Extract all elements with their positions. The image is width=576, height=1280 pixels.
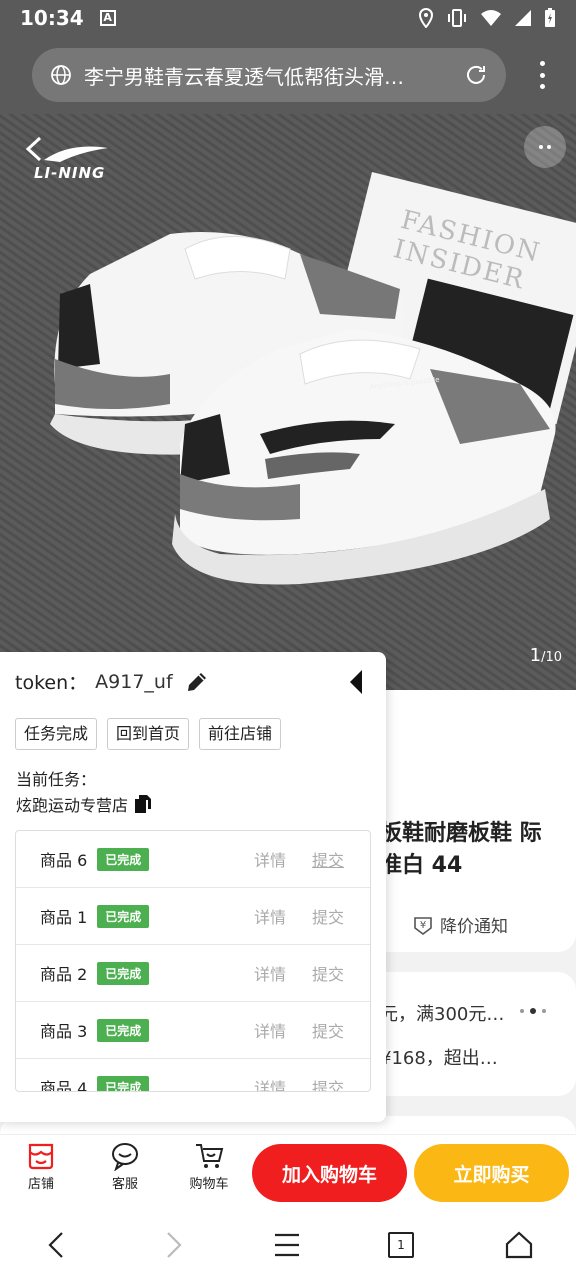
task-panel: token： A917_uf 任务完成 回到首页 前往店铺 当前任务： 炫跑运动… [0, 652, 386, 1122]
vibrate-icon [448, 9, 466, 27]
detail-link[interactable]: 详情 [254, 1075, 286, 1091]
current-task-store: 炫跑运动专营店 [16, 792, 152, 816]
token-value: A917_uf [95, 670, 173, 693]
location-icon [418, 8, 434, 28]
price-alert-label: 降价通知 [440, 917, 508, 937]
task-item-name: 商品 1 [40, 908, 88, 927]
edit-pencil-icon[interactable] [185, 670, 209, 694]
copy-icon[interactable] [134, 794, 152, 814]
detail-link[interactable]: 详情 [254, 904, 286, 928]
image-counter: 1/10 [530, 645, 562, 666]
nav-forward-icon[interactable] [158, 1230, 188, 1260]
customer-service-icon [112, 1143, 138, 1171]
page-title: 李宁男鞋青云春夏透气低帮街头滑… [84, 64, 404, 89]
screen: 10:34 A 李宁男鞋青云春夏透气低帮街头滑… FASHION INSIDER [0, 0, 576, 1280]
detail-link[interactable]: 详情 [254, 1018, 286, 1042]
product-title: 板鞋耐磨板鞋 际准白 44 [380, 821, 542, 878]
cart-icon [196, 1144, 224, 1168]
panel-button-group: 任务完成 回到首页 前往店铺 [15, 718, 282, 750]
wifi-icon [481, 10, 501, 26]
nav-tabs-button[interactable]: 1 [388, 1232, 414, 1258]
store-icon [28, 1143, 54, 1170]
submit-link[interactable]: 提交 [312, 847, 344, 871]
submit-link[interactable]: 提交 [312, 961, 344, 985]
product-image-carousel[interactable]: FASHION INSIDER Anything is possible LI-… [0, 114, 576, 690]
price-tag-icon: ¥ [414, 916, 432, 935]
browser-menu-icon[interactable] [538, 61, 546, 89]
promo-line-1: 元，满300元… [380, 1004, 505, 1025]
nav-home-icon[interactable] [504, 1230, 534, 1260]
status-badge: 已完成 [97, 1018, 150, 1042]
promo-more-icon[interactable] [520, 1008, 546, 1014]
nav-back-icon[interactable] [42, 1230, 72, 1260]
customer-service-label: 客服 [111, 1177, 138, 1192]
battery-icon [545, 8, 555, 27]
submit-link[interactable]: 提交 [312, 1075, 344, 1091]
submit-link[interactable]: 提交 [312, 1018, 344, 1042]
store-tab[interactable]: 店铺 [6, 1141, 76, 1192]
task-row: 商品 4 已完成 详情 提交 [16, 1059, 370, 1092]
submit-link[interactable]: 提交 [312, 904, 344, 928]
cart-tab[interactable]: 购物车 [174, 1141, 244, 1192]
brand-logo-text: LI-NING [34, 164, 106, 182]
token-label: token： [15, 672, 88, 694]
price-tag-icon-text: ¥ [420, 920, 426, 931]
task-list: 商品 6 已完成 详情 提交 商品 1 已完成 详情 提交 商品 2 已完成 详… [15, 830, 371, 1092]
notification-a-icon: A [99, 10, 116, 26]
status-icons [418, 8, 556, 28]
nav-menu-icon[interactable] [272, 1230, 302, 1260]
current-store-name: 炫跑运动专营店 [16, 796, 129, 815]
task-item-name: 商品 4 [40, 1079, 88, 1092]
task-row: 商品 3 已完成 详情 提交 [16, 1002, 370, 1059]
more-options-icon[interactable] [524, 126, 566, 168]
go-to-store-button[interactable]: 前往店铺 [199, 718, 282, 750]
back-home-button[interactable]: 回到首页 [107, 718, 190, 750]
address-bar[interactable]: 李宁男鞋青云春夏透气低帮街头滑… [32, 48, 506, 102]
detail-link[interactable]: 详情 [254, 847, 286, 871]
cart-label: 购物车 [189, 1177, 229, 1192]
customer-service-tab[interactable]: 客服 [90, 1141, 160, 1192]
task-complete-button[interactable]: 任务完成 [15, 718, 98, 750]
task-item-name: 商品 2 [40, 965, 88, 984]
status-badge: 已完成 [97, 1075, 150, 1091]
store-label: 店铺 [27, 1177, 54, 1192]
collapse-panel-icon[interactable] [346, 668, 366, 696]
detail-link[interactable]: 详情 [254, 961, 286, 985]
task-row: 商品 2 已完成 详情 提交 [16, 945, 370, 1002]
image-counter-total: /10 [541, 650, 562, 665]
signal-icon [515, 10, 531, 26]
image-counter-current: 1 [529, 645, 542, 666]
task-item-name: 商品 6 [40, 851, 88, 870]
shoe-illustration: Anything is possible [50, 232, 556, 585]
status-badge: 已完成 [97, 961, 150, 985]
status-badge: 已完成 [97, 904, 150, 928]
task-item-name: 商品 3 [40, 1022, 88, 1041]
system-navigation-bar: 1 [0, 1210, 576, 1280]
globe-icon [51, 65, 71, 85]
status-bar: 10:34 A [0, 0, 576, 36]
status-time: 10:34 [20, 6, 84, 30]
price-alert-button[interactable]: ¥ 降价通知 [412, 912, 508, 937]
task-row: 商品 1 已完成 详情 提交 [16, 888, 370, 945]
reload-icon[interactable] [464, 63, 488, 87]
promo-line-2: ¥168，超出… [380, 1048, 498, 1069]
token-row: token： A917_uf [15, 668, 209, 695]
add-to-cart-button[interactable]: 加入购物车 [252, 1144, 407, 1202]
browser-toolbar: 李宁男鞋青云春夏透气低帮街头滑… [0, 36, 576, 114]
task-row: 商品 6 已完成 详情 提交 [16, 831, 370, 888]
status-badge: 已完成 [97, 847, 150, 871]
current-task-label: 当前任务： [16, 770, 97, 789]
buy-now-button[interactable]: 立即购买 [414, 1144, 569, 1202]
purchase-action-bar: 店铺 客服 购物车 加入购物车 立即购买 [0, 1134, 576, 1210]
